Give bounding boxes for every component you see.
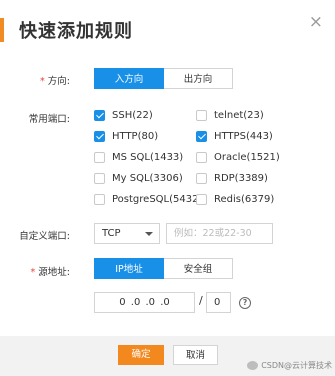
checkbox-checked[interactable] xyxy=(94,110,105,121)
port-option-http[interactable]: HTTP(80) xyxy=(94,131,158,142)
source-label: * 源地址: xyxy=(30,267,70,278)
protocol-select[interactable]: TCP xyxy=(94,223,160,244)
checkbox-checked[interactable] xyxy=(196,131,207,142)
wechat-icon xyxy=(247,361,259,370)
checkbox-unchecked[interactable] xyxy=(94,194,105,205)
protocol-value: TCP xyxy=(102,228,121,239)
port-option-mssql[interactable]: MS SQL(1433) xyxy=(94,152,183,163)
source-type-toggle: IP地址 安全组 xyxy=(94,258,233,279)
direction-outbound-button[interactable]: 出方向 xyxy=(164,68,233,89)
help-icon[interactable]: ? xyxy=(239,297,251,309)
port-option-postgresql[interactable]: PostgreSQL(5432) xyxy=(94,194,202,205)
custom-port-input[interactable]: 例如：22或22-30 xyxy=(166,223,273,244)
cidr-slash: / xyxy=(199,294,203,307)
port-option-mysql[interactable]: My SQL(3306) xyxy=(94,173,183,184)
checkbox-unchecked[interactable] xyxy=(196,173,207,184)
direction-label: * 方向: xyxy=(40,76,70,87)
port-option-redis[interactable]: Redis(6379) xyxy=(196,194,274,205)
checkbox-unchecked[interactable] xyxy=(94,173,105,184)
port-option-rdp[interactable]: RDP(3389) xyxy=(196,173,268,184)
cancel-button[interactable]: 取消 xyxy=(173,345,218,365)
port-option-ssh[interactable]: SSH(22) xyxy=(94,110,153,121)
checkbox-unchecked[interactable] xyxy=(196,110,207,121)
port-option-oracle[interactable]: Oracle(1521) xyxy=(196,152,280,163)
confirm-button[interactable]: 确定 xyxy=(118,345,164,365)
checkbox-unchecked[interactable] xyxy=(196,152,207,163)
common-ports-label: 常用端口: xyxy=(28,114,70,125)
custom-port-label: 自定义端口: xyxy=(19,231,70,242)
title-accent-bar xyxy=(0,18,4,42)
source-security-group-button[interactable]: 安全组 xyxy=(164,258,233,279)
caret-down-icon xyxy=(145,232,153,236)
ip-address-input[interactable]: 0 .0 .0 .0 xyxy=(94,292,195,313)
checkbox-unchecked[interactable] xyxy=(94,152,105,163)
port-option-telnet[interactable]: telnet(23) xyxy=(196,110,264,121)
port-option-https[interactable]: HTTPS(443) xyxy=(196,131,273,142)
checkbox-unchecked[interactable] xyxy=(196,194,207,205)
cidr-mask-input[interactable]: 0 xyxy=(206,292,231,313)
source-ip-button[interactable]: IP地址 xyxy=(94,258,164,279)
dialog-title-text: 快速添加规则 xyxy=(19,21,133,42)
close-icon[interactable]: × xyxy=(309,14,323,31)
direction-toggle: 入方向 出方向 xyxy=(94,68,233,89)
direction-inbound-button[interactable]: 入方向 xyxy=(94,68,164,89)
watermark: CSDN@云计算技术 xyxy=(247,360,332,371)
checkbox-checked[interactable] xyxy=(94,131,105,142)
dialog-title: 快速添加规则 xyxy=(0,16,133,44)
